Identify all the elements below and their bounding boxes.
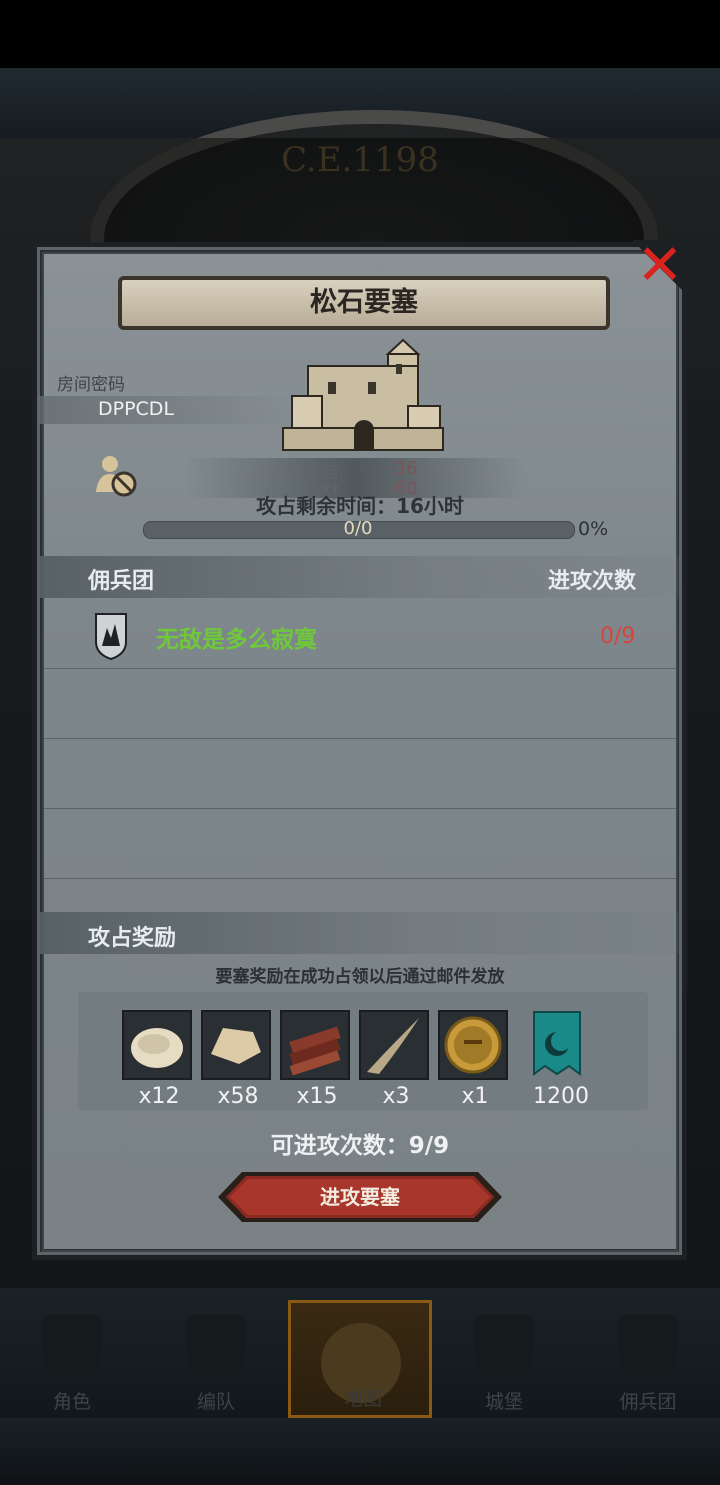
dialog-title: 松石要塞 bbox=[118, 276, 610, 330]
row-divider bbox=[44, 668, 676, 669]
nav-item-mercenary[interactable]: 佣兵团 bbox=[576, 1300, 720, 1418]
reward-quantity: x58 bbox=[217, 1084, 259, 1109]
reward-quantity: x1 bbox=[461, 1084, 489, 1109]
reward-note: 要塞奖励在成功占领以后通过邮件发放 bbox=[215, 967, 505, 987]
nav-label: 佣兵团 bbox=[619, 1391, 677, 1413]
nav-label: 地图 bbox=[343, 1388, 382, 1410]
remaining-attempts: 可进攻次数：9/9 bbox=[270, 1133, 450, 1159]
leather-hide-icon bbox=[201, 1010, 271, 1080]
room-password-label: 房间密码 bbox=[57, 375, 125, 395]
reward-quantity: x15 bbox=[296, 1084, 338, 1109]
mercenary-name[interactable]: 无敌是多么寂寞 bbox=[156, 620, 317, 654]
reward-item[interactable]: x15 bbox=[280, 1010, 354, 1109]
row-divider bbox=[44, 878, 676, 879]
wood-planks-icon bbox=[280, 1010, 350, 1080]
guild-banner-icon bbox=[524, 1010, 594, 1080]
resource-value: -36 bbox=[388, 458, 418, 479]
capture-time-left: 攻占剩余时间：16小时 bbox=[256, 494, 464, 518]
reward-header: 攻占奖励 bbox=[88, 926, 177, 951]
reward-item[interactable]: x58 bbox=[201, 1010, 275, 1109]
close-icon[interactable]: ✕ bbox=[632, 236, 688, 296]
mercenary-icon bbox=[618, 1315, 678, 1375]
attack-fortress-button[interactable]: 进攻要塞 bbox=[218, 1170, 502, 1224]
nav-item-castle[interactable]: 城堡 bbox=[432, 1300, 576, 1418]
nav-label: 角色 bbox=[52, 1391, 91, 1413]
reward-item[interactable]: x3 bbox=[359, 1010, 433, 1109]
status-bar bbox=[0, 0, 720, 68]
nav-item-character[interactable]: 角色 bbox=[0, 1300, 144, 1418]
horn-icon bbox=[359, 1010, 429, 1080]
row-divider bbox=[44, 808, 676, 809]
reward-item[interactable]: x1 bbox=[438, 1010, 512, 1109]
nav-item-formation[interactable]: 编队 bbox=[144, 1300, 288, 1418]
nav-item-map[interactable]: 地图 bbox=[288, 1300, 432, 1418]
capture-progress-percent: 0% bbox=[578, 518, 609, 540]
reward-quantity: 1200 bbox=[533, 1084, 589, 1109]
formation-icon bbox=[186, 1315, 246, 1375]
mercenary-header: 佣兵团 bbox=[88, 569, 155, 594]
shield-icon bbox=[95, 613, 127, 660]
capture-progress-text: 0/0 bbox=[343, 518, 373, 539]
fur-pelt-icon bbox=[122, 1010, 192, 1080]
knight-medal-icon bbox=[438, 1010, 508, 1080]
nav-label: 编队 bbox=[196, 1391, 235, 1413]
bottom-strip bbox=[0, 1418, 720, 1485]
room-password-value: DPPCDL bbox=[98, 398, 175, 420]
reward-item[interactable]: x12 bbox=[122, 1010, 196, 1109]
reward-quantity: x3 bbox=[382, 1084, 410, 1109]
mercenary-attack-count: 0/9 bbox=[600, 624, 636, 649]
nav-label: 城堡 bbox=[484, 1391, 523, 1413]
attack-count-header: 进攻次数 bbox=[548, 569, 637, 594]
knight-icon bbox=[42, 1315, 102, 1375]
row-divider bbox=[44, 738, 676, 739]
reward-quantity: x12 bbox=[138, 1084, 180, 1109]
fortress-icon bbox=[282, 338, 444, 451]
reward-item[interactable]: 1200 bbox=[524, 1010, 598, 1109]
castle-icon bbox=[474, 1315, 534, 1375]
